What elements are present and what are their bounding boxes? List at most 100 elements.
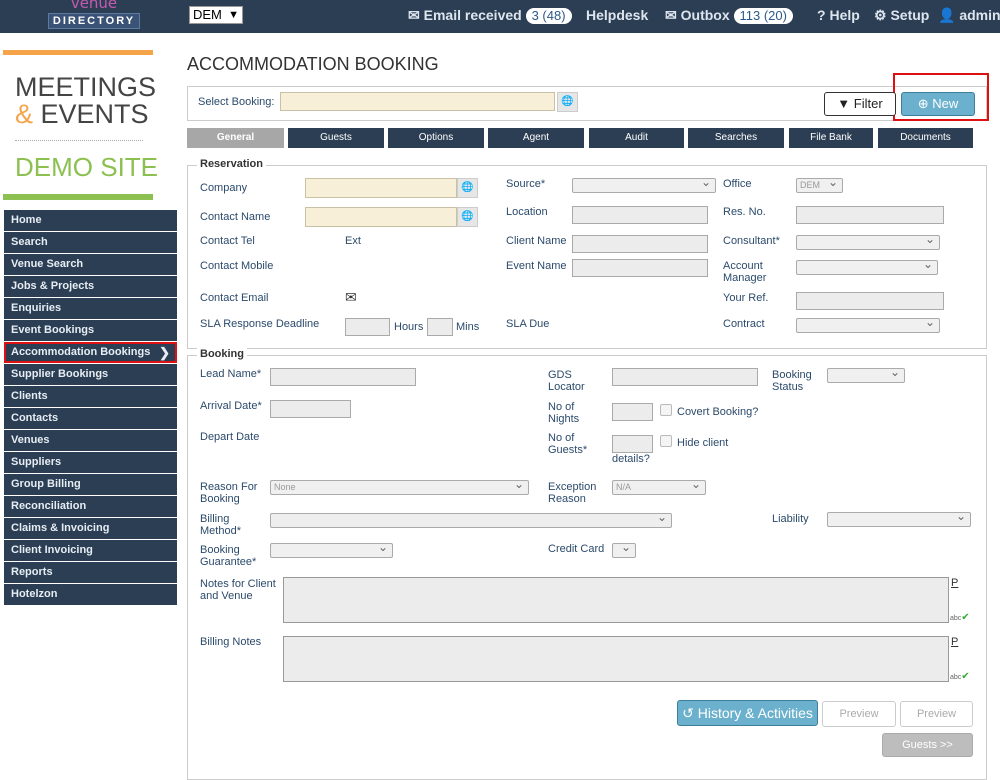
- select-booking-label: Select Booking:: [198, 96, 275, 108]
- mins-label: Mins: [456, 321, 480, 333]
- outbox-link[interactable]: ✉ Outbox 113 (20): [665, 7, 793, 24]
- sidebar-item-search[interactable]: Search: [4, 232, 177, 253]
- email-received-link[interactable]: ✉ Email received 3 (48): [408, 7, 572, 24]
- booking-guarantee-select[interactable]: [270, 541, 393, 558]
- sidebar-item-contacts[interactable]: Contacts: [4, 408, 177, 429]
- tab-file-bank[interactable]: File Bank: [789, 128, 873, 148]
- tab-documents[interactable]: Documents: [878, 128, 973, 148]
- no-guests-input[interactable]: [612, 435, 653, 453]
- location-input[interactable]: [572, 206, 708, 224]
- billing-notes-label: Billing Notes: [200, 636, 262, 648]
- arrival-date-input[interactable]: [270, 400, 351, 418]
- booking-guarantee-label: Booking Guarantee*: [200, 544, 257, 568]
- spellcheck-icon[interactable]: abc✔: [950, 612, 970, 623]
- preview-button-2[interactable]: Preview: [900, 701, 973, 727]
- booking-legend: Booking: [197, 348, 247, 360]
- sla-hours-input[interactable]: [345, 318, 390, 336]
- help-link[interactable]: ? Help: [817, 7, 860, 23]
- org-select[interactable]: DEM ▼: [189, 6, 243, 24]
- exception-reason-label: Exception Reason: [548, 481, 597, 505]
- tab-options[interactable]: Options: [388, 128, 484, 148]
- envelope-icon[interactable]: ✉: [345, 289, 357, 306]
- notes-p-link[interactable]: P: [951, 577, 958, 589]
- your-ref-input[interactable]: [796, 292, 944, 310]
- sidebar-item-group-billing[interactable]: Group Billing: [4, 474, 177, 495]
- lead-name-input[interactable]: [270, 368, 416, 386]
- reason-for-booking-select[interactable]: None: [270, 478, 529, 495]
- sidebar-item-suppliers[interactable]: Suppliers: [4, 452, 177, 473]
- new-label: New: [932, 96, 959, 111]
- tab-audit[interactable]: Audit: [589, 128, 684, 148]
- billing-method-label: Billing Method*: [200, 513, 241, 537]
- globe-icon[interactable]: 🌐: [457, 207, 478, 227]
- covert-booking-checkbox[interactable]: [660, 404, 672, 416]
- event-name-label: Event Name: [506, 260, 567, 272]
- setup-link[interactable]: ⚙ Setup: [874, 7, 929, 24]
- outbox-badge: 113 (20): [733, 8, 793, 24]
- billing-notes-textarea[interactable]: [283, 636, 949, 682]
- sidebar-item-enquiries[interactable]: Enquiries: [4, 298, 177, 319]
- venue-directory-logo[interactable]: venue DIRECTORY: [48, 0, 140, 30]
- history-activities-button[interactable]: ↺ History & Activities: [677, 700, 818, 726]
- office-select[interactable]: DEM: [796, 176, 843, 193]
- hide-client-label: Hide client: [677, 437, 729, 449]
- sidebar-item-hotelzon[interactable]: Hotelzon: [4, 584, 177, 605]
- globe-icon[interactable]: 🌐: [457, 178, 478, 198]
- sidebar-item-reconciliation[interactable]: Reconciliation: [4, 496, 177, 517]
- sidebar-item-clients[interactable]: Clients: [4, 386, 177, 407]
- select-booking-input[interactable]: [280, 92, 555, 111]
- contact-mobile-label: Contact Mobile: [200, 260, 274, 272]
- exception-reason-select[interactable]: N/A: [612, 478, 706, 495]
- email-received-label: Email received: [423, 7, 522, 23]
- sidebar-item-client-invoicing[interactable]: Client Invoicing: [4, 540, 177, 561]
- sidebar-item-supplier-bookings[interactable]: Supplier Bookings: [4, 364, 177, 385]
- tab-searches[interactable]: Searches: [688, 128, 784, 148]
- outbox-label: Outbox: [680, 7, 730, 23]
- helpdesk-link[interactable]: Helpdesk: [586, 7, 648, 23]
- logo-line-directory: DIRECTORY: [48, 13, 140, 29]
- sidebar-item-claims-invoicing[interactable]: Claims & Invoicing: [4, 518, 177, 539]
- sidebar-item-label: Accommodation Bookings: [11, 346, 151, 358]
- credit-card-select[interactable]: [612, 541, 636, 558]
- sla-mins-input[interactable]: [427, 318, 453, 336]
- billing-notes-p-link[interactable]: P: [951, 636, 958, 648]
- consultant-select[interactable]: [796, 233, 940, 250]
- globe-icon[interactable]: 🌐: [557, 92, 578, 112]
- gds-locator-input[interactable]: [612, 368, 758, 386]
- sidebar-item-venue-search[interactable]: Venue Search: [4, 254, 177, 275]
- user-menu[interactable]: 👤 admin: [938, 7, 1000, 24]
- notes-client-venue-textarea[interactable]: [283, 577, 949, 623]
- hide-client-checkbox[interactable]: [660, 435, 672, 447]
- no-nights-input[interactable]: [612, 403, 653, 421]
- booking-status-select[interactable]: [827, 366, 905, 383]
- preview-button[interactable]: Preview: [822, 701, 896, 727]
- client-name-input[interactable]: [572, 235, 708, 253]
- contract-select[interactable]: [796, 316, 940, 333]
- source-select[interactable]: [572, 176, 716, 193]
- tab-guests[interactable]: Guests: [288, 128, 384, 148]
- spellcheck-icon[interactable]: abc✔: [950, 671, 970, 682]
- contact-name-input[interactable]: [305, 207, 457, 227]
- res-no-input[interactable]: [796, 206, 944, 224]
- new-button[interactable]: ⊕ New: [901, 92, 975, 116]
- tab-general[interactable]: General: [187, 128, 284, 148]
- sidebar-item-venues[interactable]: Venues: [4, 430, 177, 451]
- sidebar-item-reports[interactable]: Reports: [4, 562, 177, 583]
- filter-button[interactable]: ▼ Filter: [824, 92, 896, 116]
- guests-next-button[interactable]: Guests >>: [882, 733, 973, 757]
- account-manager-select[interactable]: [796, 258, 938, 275]
- billing-method-select[interactable]: [270, 511, 672, 528]
- sidebar-item-accommodation-bookings[interactable]: Accommodation Bookings ❯: [4, 342, 177, 363]
- check-icon: ✔: [961, 671, 970, 682]
- tab-agent[interactable]: Agent: [488, 128, 584, 148]
- contact-email-label: Contact Email: [200, 292, 269, 304]
- sidebar-item-jobs-projects[interactable]: Jobs & Projects: [4, 276, 177, 297]
- sidebar-item-event-bookings[interactable]: Event Bookings: [4, 320, 177, 341]
- company-input[interactable]: [305, 178, 457, 198]
- demo-site-label: DEMO SITE: [15, 152, 159, 182]
- sidebar-item-home[interactable]: Home: [4, 210, 177, 231]
- liability-select[interactable]: [827, 510, 971, 527]
- notes-client-venue-label: Notes for Client and Venue: [200, 578, 276, 602]
- question-circle-icon: ?: [817, 7, 826, 23]
- event-name-input[interactable]: [572, 259, 708, 277]
